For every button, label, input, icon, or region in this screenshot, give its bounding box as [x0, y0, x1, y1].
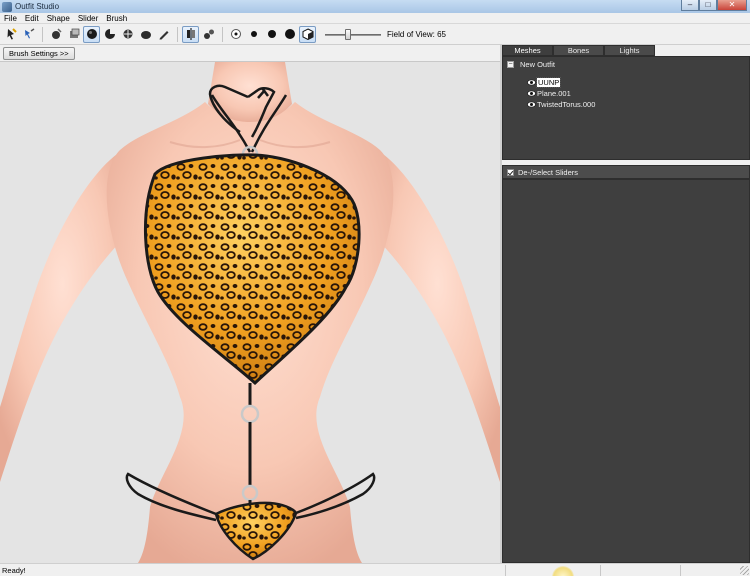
transform-tool-button[interactable]: [20, 26, 37, 43]
slider-track: [325, 33, 381, 36]
mirror-x-button[interactable]: [182, 25, 199, 43]
select-all-sliders-checkbox[interactable]: [507, 168, 514, 176]
eye-icon[interactable]: [527, 90, 536, 97]
status-text: Ready!: [2, 565, 26, 575]
eye-icon[interactable]: [527, 101, 536, 108]
brush-size-3-button[interactable]: [263, 26, 280, 43]
move-brush-icon: [123, 29, 132, 39]
deflate-brush-icon: [104, 29, 115, 39]
viewport-pane: Brush Settings >>: [0, 45, 500, 563]
brush-size-4-button[interactable]: [281, 26, 298, 43]
resize-grip[interactable]: [740, 566, 749, 575]
mesh-tree[interactable]: − New Outfit UUNP Plane.001 TwistedTorus…: [502, 56, 750, 160]
mask-brush-icon: [51, 28, 62, 39]
sliders-header[interactable]: De-/Select Sliders: [502, 165, 750, 179]
3d-viewport[interactable]: [0, 62, 500, 563]
brush-size-2-button[interactable]: [245, 26, 262, 43]
tree-item-label: Plane.001: [537, 89, 571, 98]
side-panel: Meshes Bones Lights − New Outfit UUNP Pl…: [502, 45, 750, 563]
dot-xlarge-icon: [284, 29, 295, 39]
title-bar: Outfit Studio – □ ✕: [0, 0, 750, 13]
dot-small-icon: [230, 29, 241, 39]
collapse-icon[interactable]: −: [507, 61, 514, 68]
brush-size-1-button[interactable]: [227, 26, 244, 43]
menu-bar: File Edit Shape Slider Brush: [0, 13, 750, 24]
tree-item-plane[interactable]: Plane.001: [527, 89, 571, 98]
model-render: [0, 62, 500, 563]
brush-settings-button[interactable]: Brush Settings >>: [3, 47, 75, 60]
slider-thumb[interactable]: [345, 28, 351, 40]
tab-meshes[interactable]: Meshes: [502, 45, 553, 56]
close-button[interactable]: ✕: [717, 0, 747, 11]
eye-icon[interactable]: [527, 79, 536, 86]
mirror-icon: [186, 28, 195, 40]
tab-bones[interactable]: Bones: [553, 45, 604, 56]
status-divider: [600, 565, 601, 576]
menu-brush[interactable]: Brush: [102, 14, 131, 23]
menu-file[interactable]: File: [0, 14, 21, 23]
progress-indicator: [552, 566, 574, 576]
toolbar-separator: [42, 26, 43, 42]
tree-item-uunp[interactable]: UUNP: [527, 77, 562, 88]
status-divider: [680, 565, 681, 576]
weight-brush-button[interactable]: [155, 26, 172, 43]
app-icon: [2, 1, 12, 12]
field-of-view-label: Field of View: 65: [387, 29, 446, 39]
minimize-button[interactable]: –: [681, 0, 699, 11]
panel-divider[interactable]: [502, 160, 750, 164]
cube-icon: [302, 28, 313, 40]
tree-item-label: UUNP: [535, 77, 562, 88]
tree-root-outfit[interactable]: − New Outfit: [507, 60, 555, 69]
unmask-brush-button[interactable]: [65, 26, 82, 43]
move-brush-button[interactable]: [119, 26, 136, 43]
tab-strip-filler: [655, 45, 750, 56]
tab-lights[interactable]: Lights: [604, 45, 655, 56]
smooth-brush-icon: [140, 31, 151, 39]
status-bar: Ready!: [0, 563, 750, 576]
sliders-header-label: De-/Select Sliders: [518, 167, 579, 177]
menu-slider[interactable]: Slider: [74, 14, 102, 23]
pencil-icon: [159, 31, 168, 40]
tree-root-label: New Outfit: [520, 60, 556, 69]
window-title: Outfit Studio: [15, 2, 60, 11]
inflate-brush-icon: [86, 29, 97, 39]
smooth-brush-button[interactable]: [137, 26, 154, 43]
inflate-brush-button[interactable]: [83, 25, 100, 43]
arrow-brush-icon: [24, 28, 34, 39]
unmask-brush-icon: [69, 28, 79, 38]
status-divider: [505, 565, 506, 576]
brush-settings-bar: Brush Settings >>: [0, 45, 500, 62]
menu-shape[interactable]: Shape: [43, 14, 74, 23]
maximize-button[interactable]: □: [699, 0, 717, 11]
slider-list[interactable]: [502, 179, 750, 563]
tree-item-label: TwistedTorus.000: [537, 100, 596, 109]
mask-brush-button[interactable]: [47, 26, 64, 43]
deflate-brush-button[interactable]: [101, 26, 118, 43]
panel-tabs: Meshes Bones Lights: [502, 45, 750, 56]
connected-only-button[interactable]: [200, 26, 217, 43]
connected-icon: [203, 29, 214, 39]
dot-large-icon: [267, 30, 276, 38]
select-tool-button[interactable]: [2, 26, 19, 43]
window-controls: – □ ✕: [681, 0, 747, 12]
menu-edit[interactable]: Edit: [21, 14, 43, 23]
tree-item-twistedtorus[interactable]: TwistedTorus.000: [527, 100, 595, 109]
select-brush-icon: [7, 28, 17, 40]
toolbar-separator: [222, 26, 223, 42]
wireframe-toggle-button[interactable]: [299, 25, 316, 43]
toolbar-separator: [177, 26, 178, 42]
dot-medium-icon: [250, 31, 257, 37]
toolbar: Field of View: 65: [0, 24, 750, 45]
field-of-view-slider[interactable]: [325, 27, 381, 42]
